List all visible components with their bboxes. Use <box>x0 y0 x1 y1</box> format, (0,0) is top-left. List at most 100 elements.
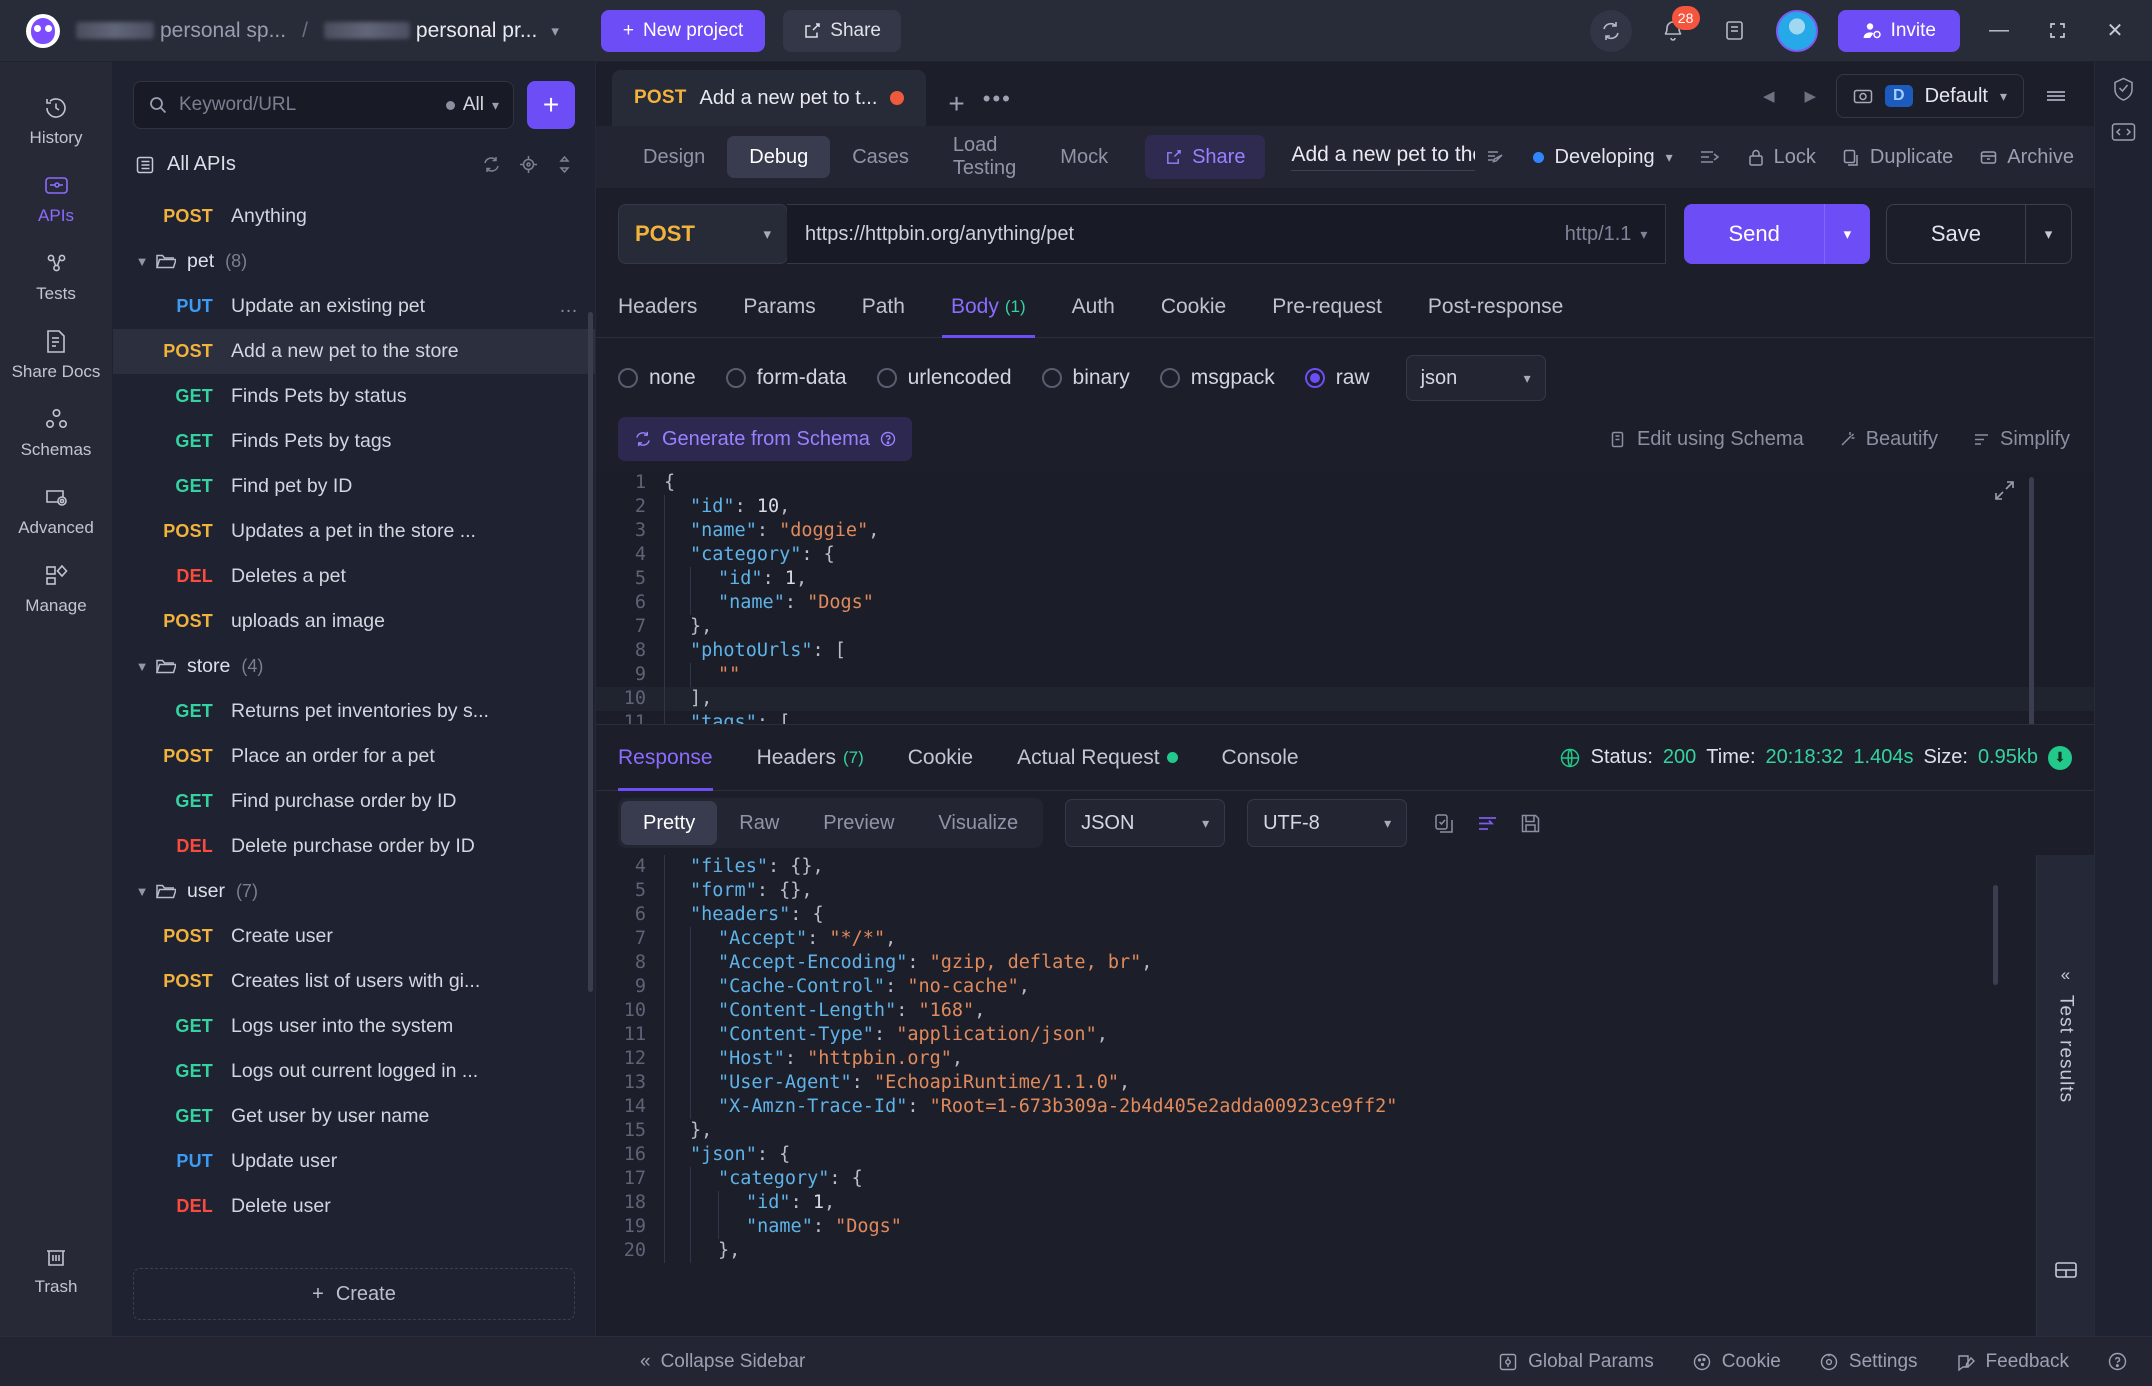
response-encoding-selector[interactable]: UTF-8 ▾ <box>1247 799 1408 847</box>
request-name-field[interactable]: Add a new pet to the s <box>1291 143 1475 171</box>
test-results-panel[interactable]: « Test results <box>2036 855 2094 1336</box>
add-api-button[interactable]: + <box>527 81 575 129</box>
close-button[interactable]: ✕ <box>2096 12 2134 50</box>
tree-request-item[interactable]: POST uploads an image <box>113 599 595 644</box>
tree-request-item[interactable]: DEL Delete purchase order by ID <box>113 824 595 869</box>
avatar[interactable] <box>1775 9 1818 52</box>
sidebar-item-apis[interactable]: APIs <box>0 161 112 239</box>
tree-request-item[interactable]: GET Finds Pets by tags <box>113 419 595 464</box>
breadcrumb[interactable]: personal sp... / personal pr... ▾ <box>76 19 559 43</box>
response-tab-response[interactable]: Response <box>618 725 735 791</box>
method-selector[interactable]: POST ▾ <box>618 204 788 264</box>
sidebar-item-manage[interactable]: Manage <box>0 551 112 629</box>
response-view-preview[interactable]: Preview <box>801 801 916 845</box>
sidebar-item-schemas[interactable]: Schemas <box>0 395 112 473</box>
notes-icon[interactable] <box>1714 10 1756 52</box>
save-options-button[interactable]: ▾ <box>2026 204 2072 264</box>
tree-request-item[interactable]: POST Create user <box>113 914 595 959</box>
tree-folder[interactable]: ▼ user (7) <box>113 869 595 914</box>
more-options-icon[interactable]: … <box>559 296 579 318</box>
save-button[interactable]: Save <box>1885 204 2026 264</box>
sidebar-item-history[interactable]: History <box>0 84 112 161</box>
chevron-down-icon[interactable]: ▼ <box>129 254 155 269</box>
tab-next-icon[interactable]: ▶ <box>1794 81 1826 111</box>
help-icon[interactable] <box>880 431 896 447</box>
tree-request-item[interactable]: GET Find purchase order by ID <box>113 779 595 824</box>
search-filter-dropdown[interactable]: All ▾ <box>445 94 499 116</box>
refresh-icon[interactable] <box>482 155 501 174</box>
env-menu-icon[interactable] <box>2034 81 2078 111</box>
url-input[interactable] <box>805 222 1565 246</box>
save-response-icon[interactable] <box>1519 812 1542 835</box>
tree-request-item[interactable]: GET Get user by user name <box>113 1094 595 1139</box>
tree-request-item[interactable]: DEL Delete user <box>113 1184 595 1229</box>
send-button[interactable]: Send <box>1684 204 1824 264</box>
mode-tab-design[interactable]: Design <box>621 136 727 178</box>
tree-request-item[interactable]: POST Anything <box>113 194 595 239</box>
send-options-button[interactable]: ▾ <box>1823 204 1870 264</box>
wrap-lines-icon[interactable] <box>1476 812 1499 835</box>
mode-tab-load-testing[interactable]: Load Testing <box>931 134 1038 179</box>
edit-name-icon[interactable] <box>1485 147 1505 167</box>
tree-request-item[interactable]: POST Creates list of users with gi... <box>113 959 595 1004</box>
tree-request-item[interactable]: POST Updates a pet in the store ... <box>113 509 595 554</box>
editor-scrollbar[interactable] <box>2029 477 2034 724</box>
copy-icon[interactable] <box>1433 812 1456 835</box>
lock-button[interactable]: Lock <box>1747 146 1816 169</box>
request-tab[interactable]: POST Add a new pet to t... <box>612 70 927 126</box>
response-view-visualize[interactable]: Visualize <box>916 801 1040 845</box>
create-button[interactable]: + Create <box>133 1268 575 1320</box>
request-tab-params[interactable]: Params <box>720 276 838 337</box>
tree-request-item[interactable]: GET Logs user into the system <box>113 1004 595 1049</box>
tree-request-item[interactable]: GET Returns pet inventories by s... <box>113 689 595 734</box>
request-tab-cookie[interactable]: Cookie <box>1138 276 1249 337</box>
edit-using-schema-button[interactable]: Edit using Schema <box>1609 428 1804 451</box>
chevron-down-icon[interactable]: ▼ <box>129 659 155 674</box>
generate-from-schema-button[interactable]: Generate from Schema <box>618 417 912 461</box>
tree-request-item[interactable]: POST Place an order for a pet <box>113 734 595 779</box>
tree-request-item[interactable]: GET Finds Pets by status <box>113 374 595 419</box>
help-button[interactable] <box>2107 1351 2128 1372</box>
tree-request-item[interactable]: POST Add a new pet to the store <box>113 329 595 374</box>
simplify-button[interactable]: Simplify <box>1972 428 2070 451</box>
sidebar-item-trash[interactable]: Trash <box>0 1233 112 1310</box>
request-tab-pre-request[interactable]: Pre-request <box>1249 276 1405 337</box>
sort-icon[interactable] <box>556 155 573 174</box>
expand-editor-icon[interactable] <box>1993 479 2016 502</box>
global-params-button[interactable]: Global Params <box>1498 1351 1654 1373</box>
locate-icon[interactable] <box>519 155 538 174</box>
search-box[interactable]: All ▾ <box>133 81 514 129</box>
http-version-selector[interactable]: http/1.1 ▾ <box>1565 223 1648 246</box>
sidebar-item-advanced[interactable]: Advanced <box>0 473 112 551</box>
url-input-wrap[interactable]: http/1.1 ▾ <box>787 204 1667 264</box>
move-icon[interactable] <box>1699 147 1721 167</box>
environment-selector[interactable]: D Default ▾ <box>1836 74 2024 118</box>
settings-button[interactable]: Settings <box>1819 1351 1918 1373</box>
request-tab-path[interactable]: Path <box>839 276 928 337</box>
share-request-button[interactable]: Share <box>1145 135 1266 179</box>
response-tab-console[interactable]: Console <box>1200 725 1321 790</box>
chevron-down-icon[interactable]: ▼ <box>129 884 155 899</box>
new-project-button[interactable]: + New project <box>600 9 766 52</box>
cookie-button[interactable]: Cookie <box>1692 1351 1781 1373</box>
search-input[interactable] <box>179 94 435 116</box>
tree-folder[interactable]: ▼ store (4) <box>113 644 595 689</box>
request-tab-post-response[interactable]: Post-response <box>1405 276 1586 337</box>
response-body[interactable]: 4 "files": {}, 5 "form": {}, 6 "headers": {7 "… <box>596 855 2094 1336</box>
mode-tab-cases[interactable]: Cases <box>830 136 931 178</box>
tree-request-item[interactable]: PUT Update an existing pet… <box>113 284 595 329</box>
sidebar-item-tests[interactable]: Tests <box>0 239 112 317</box>
tree-request-item[interactable]: GET Find pet by ID <box>113 464 595 509</box>
collapse-sidebar-button[interactable]: « Collapse Sidebar <box>640 1351 805 1373</box>
share-button[interactable]: Share <box>783 9 901 52</box>
body-type-msgpack[interactable]: msgpack <box>1159 366 1275 390</box>
body-type-binary[interactable]: binary <box>1041 366 1130 390</box>
tree-folder[interactable]: ▼ pet (8) <box>113 239 595 284</box>
response-tab-headers[interactable]: Headers (7) <box>735 725 886 790</box>
beautify-button[interactable]: Beautify <box>1838 428 1938 451</box>
request-body-editor[interactable]: 1{2 "id": 10, 3 "name": "doggie", 4 "category… <box>596 471 2094 724</box>
download-icon[interactable]: ⬇ <box>2048 745 2072 770</box>
response-view-pretty[interactable]: Pretty <box>621 801 718 845</box>
tab-prev-icon[interactable]: ◀ <box>1753 81 1785 111</box>
body-type-urlencoded[interactable]: urlencoded <box>876 366 1012 390</box>
